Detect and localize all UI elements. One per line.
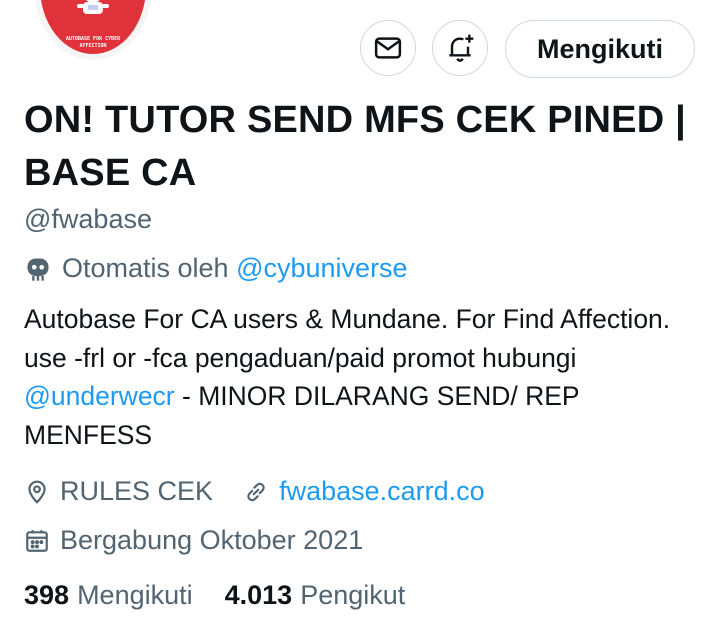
profile-avatar[interactable]: AUTOBASE FOR CYBER AFFECTION — [34, 0, 152, 60]
avatar-caption: AUTOBASE FOR CYBER AFFECTION — [40, 36, 146, 50]
profile-bio: Autobase For CA users & Mundane. For Fin… — [24, 300, 704, 454]
joined-text: Bergabung Oktober 2021 — [60, 525, 364, 555]
follow-counts: 398 Mengikuti 4.013 Pengikut — [24, 580, 437, 611]
profile-handle: @fwabase — [24, 204, 152, 234]
notification-button[interactable] — [432, 20, 488, 76]
avatar-caption-line2: AFFECTION — [79, 43, 107, 49]
following-button[interactable]: Mengikuti — [505, 20, 695, 78]
astronaut-figure-icon — [77, 0, 109, 14]
mail-icon — [374, 37, 402, 59]
website-item[interactable]: fwabase.carrd.co — [243, 476, 485, 507]
automated-by-link[interactable]: @cybuniverse — [236, 253, 407, 284]
bio-text-1: Autobase For CA users & Mundane. For Fin… — [24, 304, 671, 373]
following-count: 398 — [24, 580, 70, 610]
avatar-image: AUTOBASE FOR CYBER AFFECTION — [40, 0, 146, 54]
automated-label: Otomatis oleh @cybuniverse — [24, 253, 408, 284]
avatar-caption-line1: AUTOBASE FOR CYBER — [65, 36, 121, 42]
followers-count: 4.013 — [224, 580, 293, 610]
location-item: RULES CEK — [24, 476, 213, 507]
joined-row: Bergabung Oktober 2021 — [24, 525, 363, 556]
calendar-icon — [26, 529, 48, 552]
bell-plus-icon — [449, 34, 474, 62]
bio-mention-link[interactable]: @underwecr — [24, 381, 175, 411]
automated-prefix: Otomatis oleh — [62, 253, 229, 283]
followers-count-link[interactable]: 4.013 Pengikut — [225, 580, 406, 611]
followers-label: Pengikut — [300, 580, 406, 610]
link-icon — [247, 482, 265, 501]
message-button[interactable] — [360, 20, 416, 76]
location-text: RULES CEK — [60, 476, 214, 506]
location-pin-icon — [28, 480, 46, 504]
robot-icon — [27, 258, 49, 281]
following-count-link[interactable]: 398 Mengikuti — [24, 580, 193, 611]
profile-meta-row: RULES CEK fwabase.carrd.co — [24, 476, 515, 507]
website-link[interactable]: fwabase.carrd.co — [279, 476, 485, 507]
profile-display-name: ON! TUTOR SEND MFS CEK PINED | BASE CA — [24, 99, 686, 194]
following-label: Mengikuti — [77, 580, 193, 610]
